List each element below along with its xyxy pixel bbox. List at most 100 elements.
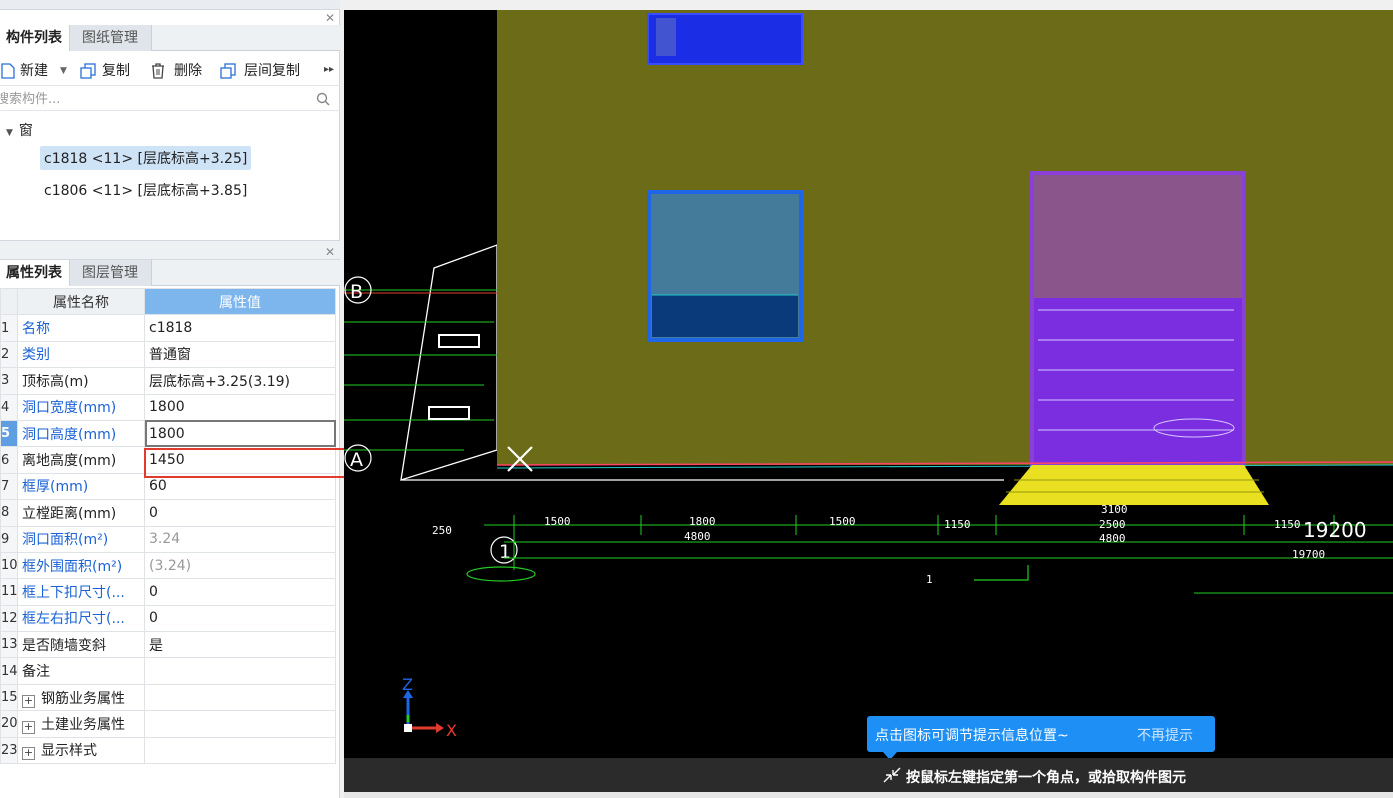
left-panel: ✕ 构件列表 图纸管理 新建 ▼ 复制 删除 层间复制 ▸▸ 搜索构件... ▼…	[0, 0, 346, 798]
row-index: 3	[0, 367, 18, 395]
row-index: 1	[0, 314, 18, 342]
wall-elevation[interactable]	[497, 10, 1393, 465]
tree-item-c1818[interactable]: c1818 <11> [层底标高+3.25]	[40, 146, 252, 170]
new-button-label: 新建	[20, 63, 48, 79]
property-name-cell[interactable]: + 显示样式	[17, 736, 145, 765]
table-row[interactable]: 1 名称 c1818	[0, 314, 336, 342]
property-name-label: 土建业务属性	[41, 716, 125, 733]
table-row[interactable]: 2 类别 普通窗	[0, 340, 336, 369]
grid-label-1: 1	[499, 541, 511, 563]
expand-plus-icon[interactable]: +	[22, 694, 35, 708]
property-value-cell[interactable]	[144, 710, 336, 738]
property-value-cell[interactable]: c1818	[144, 314, 336, 342]
svg-text:250: 250	[432, 524, 452, 537]
row-index: 15	[0, 683, 18, 712]
property-value-cell[interactable]: (3.24)	[144, 551, 336, 580]
svg-text:1: 1	[926, 573, 933, 586]
table-row[interactable]: 9 洞口面积(m²) 3.24	[0, 525, 336, 553]
property-value-cell[interactable]	[144, 683, 336, 712]
property-name-cell: 洞口高度(mm)	[17, 419, 145, 448]
row-index: 4	[0, 393, 18, 421]
property-value-cell[interactable]: 3.24	[144, 525, 336, 553]
property-panel-tabs: 属性列表 图层管理	[0, 260, 340, 286]
tree-group-window[interactable]: ▼ 窗	[6, 120, 33, 140]
svg-text:2500: 2500	[1099, 518, 1126, 531]
component-panel-tabs: 构件列表 图纸管理	[0, 25, 340, 51]
copy-icon	[80, 63, 96, 79]
dimension-labels: 1500 1800 1500 1150 2500 1150 4800 4800 …	[432, 503, 1325, 586]
property-value-cell[interactable]: 1450	[144, 446, 336, 474]
grid-label-a: A	[350, 449, 363, 471]
expand-plus-icon[interactable]: +	[22, 747, 35, 761]
property-panel-close-icon[interactable]: ✕	[325, 246, 335, 258]
hint-tooltip[interactable]: 点击图标可调节提示信息位置~ 不再提示	[867, 716, 1215, 760]
property-value-cell[interactable]: 是	[144, 631, 336, 659]
tab-property-list[interactable]: 属性列表	[0, 260, 70, 286]
component-panel-close-icon[interactable]: ✕	[325, 12, 335, 24]
dont-show-again-link[interactable]: 不再提示	[1137, 725, 1193, 745]
header-index	[0, 287, 18, 316]
chevron-down-icon[interactable]: ▼	[6, 128, 13, 138]
property-value-cell[interactable]: 60	[144, 472, 336, 501]
floor-copy-button[interactable]: 层间复制	[220, 60, 310, 82]
table-row[interactable]: 3 顶标高(m) 层底标高+3.25(3.19)	[0, 367, 336, 395]
table-row[interactable]: 8 立樘距离(mm) 0	[0, 499, 336, 527]
property-value-cell[interactable]	[144, 736, 336, 765]
component-search	[0, 87, 340, 111]
table-row[interactable]: 7 框厚(mm) 60	[0, 472, 336, 501]
table-row[interactable]: 6 离地高度(mm) 1450	[0, 446, 336, 474]
delete-button-label: 删除	[174, 63, 202, 79]
tab-layer-management[interactable]: 图层管理	[70, 260, 152, 286]
table-row[interactable]: 4 洞口宽度(mm) 1800	[0, 393, 336, 421]
property-value-cell[interactable]: 0	[144, 578, 336, 606]
table-row[interactable]: 13 是否随墙变斜是	[0, 631, 336, 659]
tab-drawing-management[interactable]: 图纸管理	[70, 25, 152, 51]
x-axis-label: X	[446, 721, 457, 740]
property-value-cell[interactable]	[144, 657, 336, 685]
entrance-step[interactable]	[999, 465, 1269, 505]
property-name-cell: 离地高度(mm)	[17, 446, 145, 474]
property-value-cell[interactable]: 0	[144, 604, 336, 633]
new-button[interactable]: 新建 ▼	[0, 60, 68, 82]
table-row[interactable]: 10 框外围面积(m²) (3.24)	[0, 551, 336, 580]
property-name-cell: 框厚(mm)	[17, 472, 145, 501]
svg-text:1150: 1150	[944, 518, 971, 531]
tab-component-list[interactable]: 构件列表	[0, 25, 70, 51]
property-value-cell[interactable]: 1800	[144, 393, 336, 421]
cad-drawing[interactable]: B A 1 1500 1800 1500 1150 2500 1150 4800…	[344, 10, 1393, 792]
row-index: 9	[0, 525, 18, 553]
tree-item-c1806[interactable]: c1806 <11> [层底标高+3.85]	[44, 180, 247, 200]
table-row[interactable]: 23 + 显示样式	[0, 736, 336, 765]
table-row[interactable]: 20 + 土建业务属性	[0, 710, 336, 738]
delete-button[interactable]: 删除	[150, 60, 210, 82]
toolbar-more-icon[interactable]: ▸▸	[324, 64, 334, 75]
expand-plus-icon[interactable]: +	[22, 720, 35, 734]
property-value-cell[interactable]: 1800	[144, 419, 336, 448]
position-adjust-icon[interactable]	[882, 766, 902, 784]
property-value-cell[interactable]: 层底标高+3.25(3.19)	[144, 367, 336, 395]
bottom-strip	[344, 792, 1393, 798]
property-value-cell[interactable]: 0	[144, 499, 336, 527]
svg-text:1150: 1150	[1274, 518, 1301, 531]
table-row[interactable]: 11 框上下扣尺寸(... 0	[0, 578, 336, 606]
drawing-canvas[interactable]: B A 1 1500 1800 1500 1150 2500 1150 4800…	[344, 10, 1393, 792]
property-name-cell: 名称	[17, 314, 145, 342]
svg-text:19700: 19700	[1292, 548, 1325, 561]
search-input[interactable]	[0, 89, 306, 109]
table-row[interactable]: 14 备注	[0, 657, 336, 685]
property-name-label: 钢筋业务属性	[41, 690, 125, 707]
floor-copy-icon	[220, 63, 236, 79]
property-name-cell: 洞口宽度(mm)	[17, 393, 145, 421]
property-name-cell[interactable]: + 钢筋业务属性	[17, 683, 145, 712]
tree-group-label: 窗	[18, 123, 33, 139]
copy-button[interactable]: 复制	[80, 60, 140, 82]
property-name-cell: 洞口面积(m²)	[17, 525, 145, 553]
property-value-cell[interactable]: 普通窗	[144, 340, 336, 369]
new-dropdown-chevron-down-icon[interactable]: ▼	[60, 60, 67, 82]
search-icon[interactable]	[316, 92, 330, 106]
table-row[interactable]: 15 + 钢筋业务属性	[0, 683, 336, 712]
row-index: 2	[0, 340, 18, 369]
table-row[interactable]: 12 框左右扣尺寸(... 0	[0, 604, 336, 633]
table-row[interactable]: 5 洞口高度(mm) 1800	[0, 419, 336, 448]
property-name-cell[interactable]: + 土建业务属性	[17, 710, 145, 738]
